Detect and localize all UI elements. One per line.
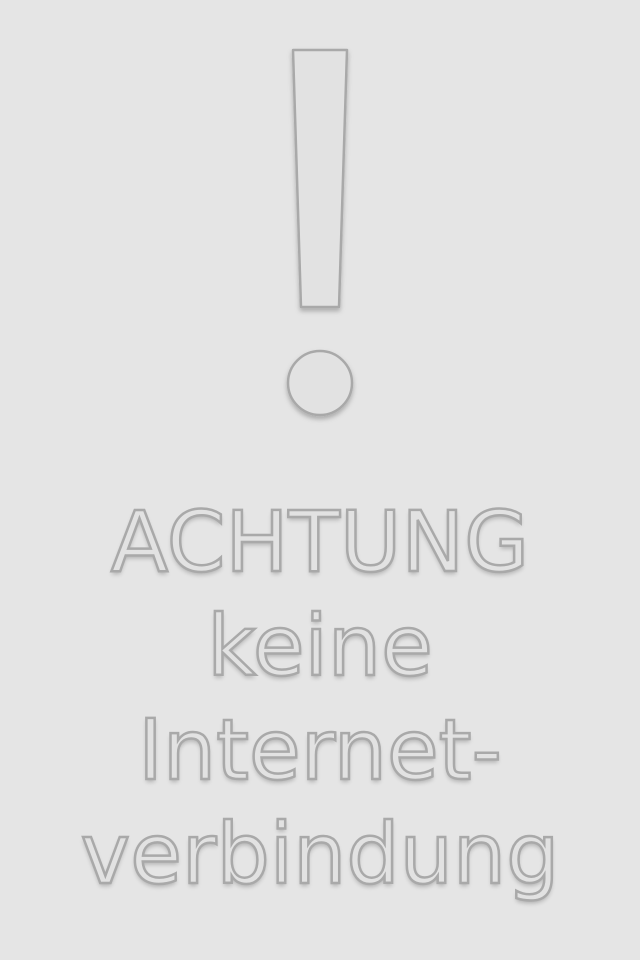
message-line-2: keine — [206, 596, 434, 697]
exclamation-bar — [291, 48, 349, 309]
message-line-4: verbindung — [79, 804, 560, 905]
message-line-3: Internet- — [137, 700, 503, 801]
no-connection-message: ACHTUNG keine Internet- verbindung — [0, 490, 640, 906]
exclamation-mark-icon — [286, 48, 354, 417]
no-connection-screen: ACHTUNG keine Internet- verbindung — [0, 0, 640, 960]
warning-heading: ACHTUNG — [109, 492, 530, 593]
exclamation-dot — [286, 349, 354, 417]
